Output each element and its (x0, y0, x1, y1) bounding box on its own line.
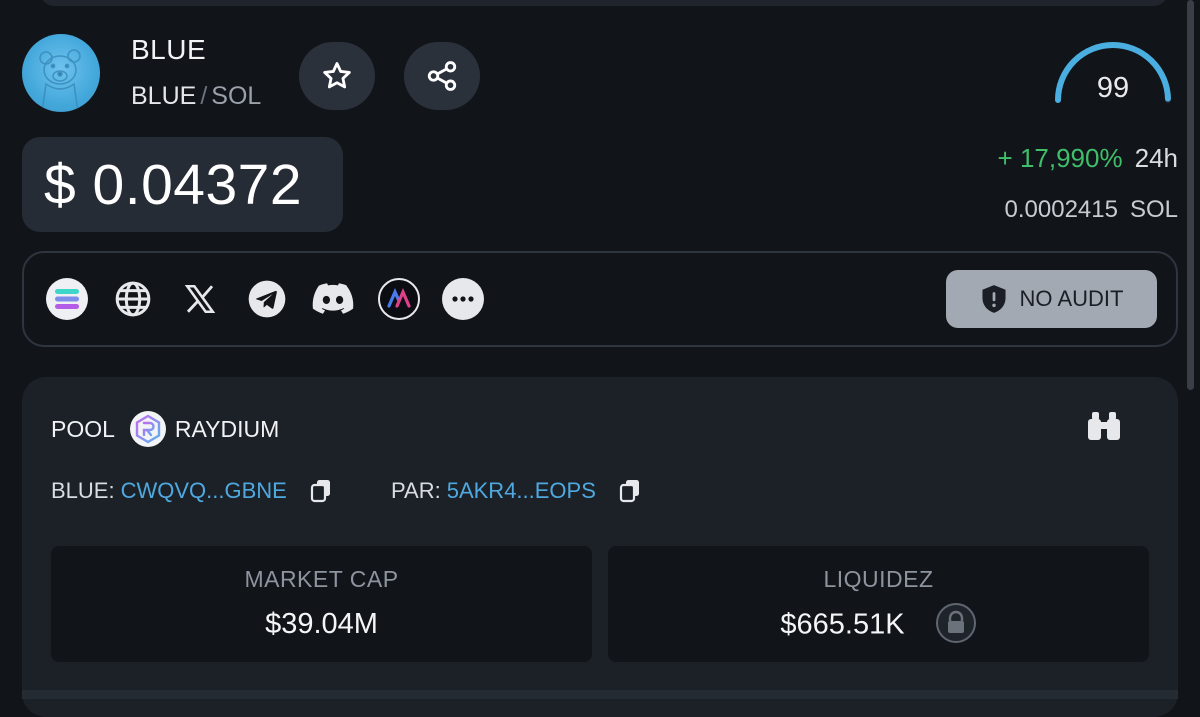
base-address-label: BLUE: (51, 478, 115, 503)
liquidity-label: LIQUIDEZ (823, 566, 934, 592)
pair-separator: / (200, 82, 208, 110)
liquidity-value-row: $665.51K (608, 603, 1149, 644)
score-value: 99 (1096, 72, 1130, 104)
globe-icon[interactable] (112, 278, 154, 320)
pair-quote: SOL (211, 82, 262, 110)
token-name: BLUE (131, 34, 207, 65)
pair-address-label: PAR: (391, 478, 441, 503)
base-address-row: BLUE: CWQVQ...GBNE (51, 478, 333, 504)
market-cap-card: MARKET CAP $39.04M (51, 546, 592, 662)
telegram-icon[interactable] (246, 278, 288, 320)
price-change: + 17,990% 24h (998, 143, 1178, 174)
no-audit-button[interactable]: NO AUDIT (946, 270, 1157, 328)
base-address-link[interactable]: CWQVQ...GBNE (121, 478, 287, 504)
sol-price-unit: SOL (1129, 196, 1178, 223)
price-box: $ 0.04372 (22, 137, 343, 232)
token-pair: BLUE / SOL (131, 82, 261, 111)
binoculars-icon[interactable] (1086, 410, 1122, 447)
dex-name: RAYDIUM (174, 415, 280, 442)
raydium-icon (129, 411, 166, 447)
discord-icon[interactable] (312, 278, 354, 320)
more-icon[interactable] (442, 278, 484, 320)
price-usd: $ 0.04372 (44, 152, 303, 217)
share-button[interactable] (404, 42, 480, 110)
copy-icon[interactable] (309, 478, 333, 504)
shield-alert-icon (982, 285, 1006, 313)
solana-icon[interactable] (46, 278, 88, 320)
app-logo-icon[interactable] (378, 278, 420, 320)
top-search-bar[interactable] (40, 0, 1168, 6)
pair-address-link[interactable]: 5AKR4...EOPS (447, 478, 596, 504)
audit-label: NO AUDIT (1019, 286, 1124, 311)
market-cap-value: $39.04M (265, 608, 378, 640)
price-in-sol: 0.0002415 SOL (1005, 196, 1178, 224)
star-icon (323, 62, 351, 89)
scrollbar[interactable] (1187, 0, 1194, 390)
favorite-button[interactable] (299, 42, 375, 110)
share-icon (427, 61, 457, 91)
lock-icon (935, 603, 976, 643)
pool-header: POOL RAYDIUM (51, 411, 280, 447)
pair-base: BLUE (131, 82, 197, 110)
pair-address-row: PAR: 5AKR4...EOPS (391, 478, 642, 504)
sol-price-value: 0.0002415 (1004, 196, 1118, 223)
liquidity-card: LIQUIDEZ $665.51K (608, 546, 1149, 662)
pool-label: POOL (51, 415, 115, 442)
market-cap-label: MARKET CAP (244, 566, 399, 592)
token-avatar (22, 34, 100, 112)
change-percent: + 17,990% (997, 143, 1123, 173)
bear-icon (39, 49, 81, 112)
liquidity-value: $665.51K (780, 608, 905, 641)
change-period: 24h (1134, 143, 1178, 173)
next-section-edge (22, 690, 1178, 699)
copy-icon[interactable] (618, 478, 642, 504)
x-icon[interactable] (179, 278, 221, 320)
